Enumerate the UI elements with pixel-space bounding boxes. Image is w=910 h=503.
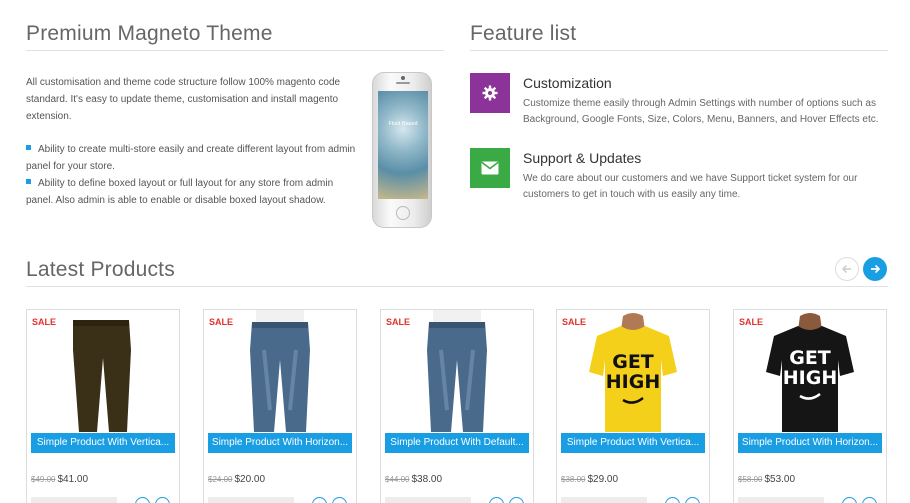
add-to-cart-button[interactable]: [738, 497, 824, 503]
sale-badge: SALE: [739, 317, 764, 327]
product-card[interactable]: SALE Simple Product With Default... $44.…: [380, 309, 534, 503]
product-image[interactable]: GET HIGH: [557, 310, 709, 432]
feature-title-support: Support & Updates: [523, 150, 642, 166]
feature-description: We do care about our customers and we ha…: [523, 173, 858, 200]
special-price: $20.00: [234, 474, 266, 485]
special-price: $29.00: [587, 474, 619, 485]
product-image[interactable]: GET HIGH: [734, 310, 886, 432]
wishlist-button[interactable]: [135, 497, 150, 503]
add-to-cart-button[interactable]: [208, 497, 294, 503]
divider: [26, 50, 444, 51]
product-name-link[interactable]: Simple Product With Vertica...: [561, 433, 705, 453]
bullet-square-icon: [26, 179, 31, 184]
product-card[interactable]: SALE Simple Product With Vertica... $49.…: [26, 309, 180, 503]
bullet-square-icon: [26, 145, 31, 150]
sale-badge: SALE: [209, 317, 234, 327]
tshirt-print-text: GET: [789, 347, 831, 369]
wishlist-button[interactable]: [842, 497, 857, 503]
compare-button[interactable]: [155, 497, 170, 503]
add-to-cart-button[interactable]: [31, 497, 117, 503]
old-price: $24.00: [208, 475, 233, 484]
product-price: $58.00 $53.00: [738, 474, 795, 485]
sale-badge: SALE: [562, 317, 587, 327]
compare-button[interactable]: [332, 497, 347, 503]
product-card[interactable]: GET HIGH SALE Simple Product With Horizo…: [733, 309, 887, 503]
feature-description: Customize theme easily through Admin Set…: [523, 98, 879, 125]
wishlist-button[interactable]: [489, 497, 504, 503]
product-image[interactable]: [27, 310, 179, 432]
product-image[interactable]: [381, 310, 533, 432]
product-card[interactable]: SALE Simple Product With Horizon... $24.…: [203, 309, 357, 503]
compare-button[interactable]: [509, 497, 524, 503]
product-price: $24.00 $20.00: [208, 474, 265, 485]
product-name-link[interactable]: Simple Product With Default...: [385, 433, 529, 453]
section-title-features: Feature list: [470, 22, 577, 45]
carousel-next-button[interactable]: [863, 257, 887, 281]
add-to-cart-button[interactable]: [561, 497, 647, 503]
divider: [470, 50, 888, 51]
add-to-cart-button[interactable]: [385, 497, 471, 503]
old-price: $38.00: [561, 475, 586, 484]
special-price: $41.00: [57, 474, 89, 485]
gear-icon: [470, 73, 510, 113]
product-price: $49.00 $41.00: [31, 474, 88, 485]
wishlist-button[interactable]: [665, 497, 680, 503]
product-name-link[interactable]: Simple Product With Vertica...: [31, 433, 175, 453]
carousel-prev-button[interactable]: [835, 257, 859, 281]
phone-image: Fluid Based: [372, 72, 432, 228]
compare-button[interactable]: [862, 497, 877, 503]
tshirt-print-text: HIGH: [783, 367, 837, 389]
tshirt-print-text: GET: [612, 351, 654, 373]
tshirt-print-text: HIGH: [606, 371, 660, 393]
product-name-link[interactable]: Simple Product With Horizon...: [738, 433, 882, 453]
old-price: $49.00: [31, 475, 56, 484]
bullet-item: Ability to define boxed layout or full l…: [26, 178, 334, 206]
sale-badge: SALE: [386, 317, 411, 327]
arrow-right-icon: [871, 264, 881, 274]
special-price: $53.00: [764, 474, 796, 485]
feature-bullets: Ability to create multi-store easily and…: [26, 141, 356, 209]
phone-screen-text: Fluid Based: [388, 121, 418, 127]
arrow-left-icon: [841, 264, 851, 274]
product-image[interactable]: [204, 310, 356, 432]
old-price: $44.00: [385, 475, 410, 484]
special-price: $38.00: [411, 474, 443, 485]
product-name-link[interactable]: Simple Product With Horizon...: [208, 433, 352, 453]
wishlist-button[interactable]: [312, 497, 327, 503]
old-price: $58.00: [738, 475, 763, 484]
product-price: $44.00 $38.00: [385, 474, 442, 485]
feature-title-customization: Customization: [523, 75, 612, 91]
bullet-item: Ability to create multi-store easily and…: [26, 144, 356, 172]
intro-text: All customisation and theme code structu…: [26, 77, 341, 122]
section-title-theme: Premium Magneto Theme: [26, 22, 273, 45]
product-card[interactable]: GET HIGH SALE Simple Product With Vertic…: [556, 309, 710, 503]
section-title-latest-products: Latest Products: [26, 258, 175, 281]
envelope-icon: [470, 148, 510, 188]
compare-button[interactable]: [685, 497, 700, 503]
sale-badge: SALE: [32, 317, 57, 327]
divider: [26, 286, 888, 287]
product-price: $38.00 $29.00: [561, 474, 618, 485]
